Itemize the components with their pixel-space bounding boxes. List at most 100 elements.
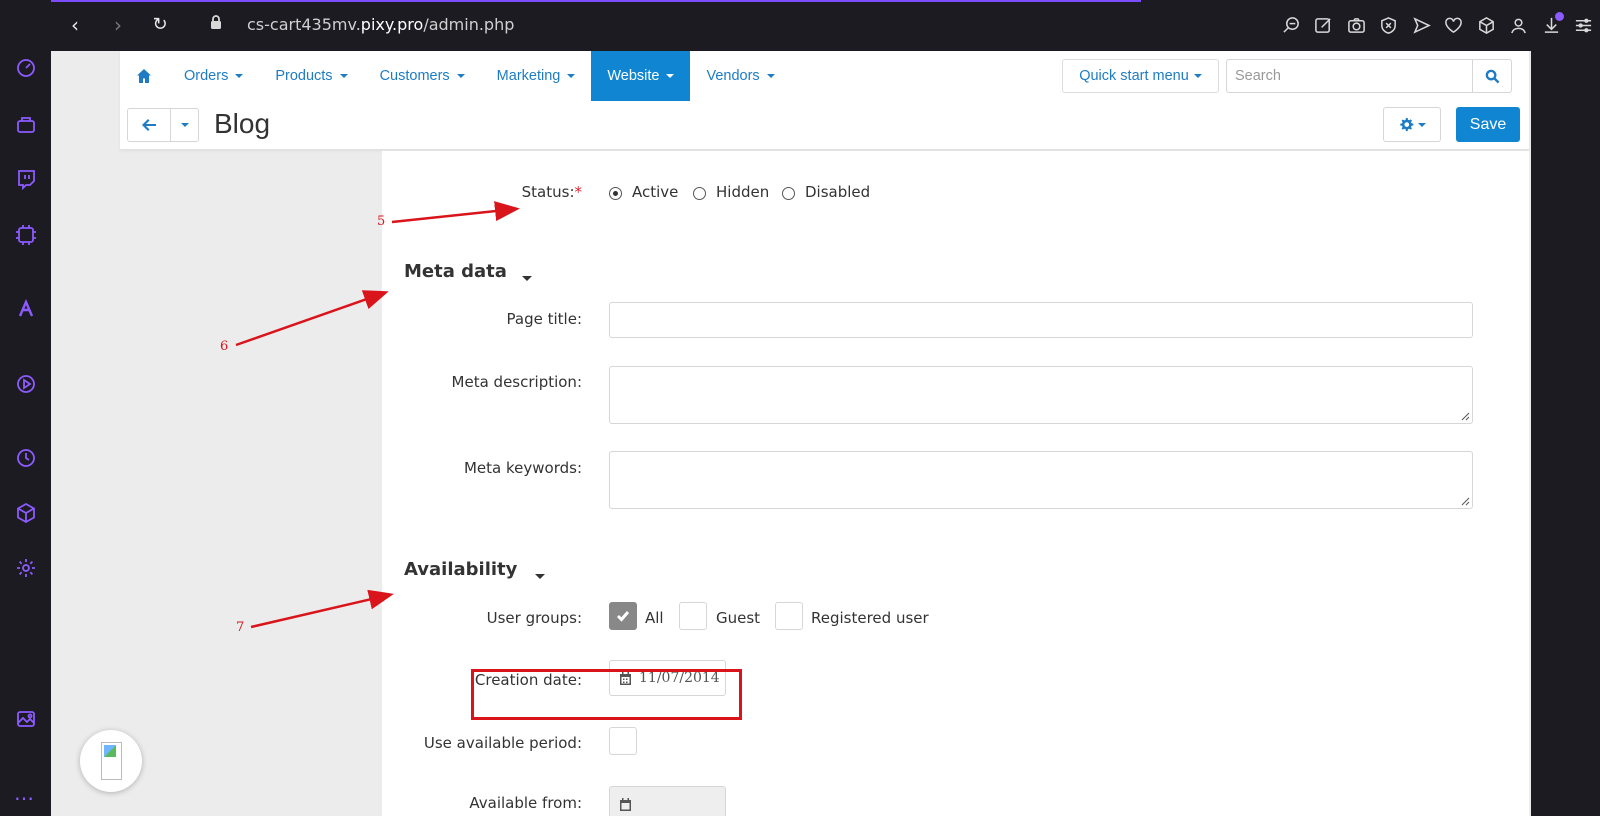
heart-icon[interactable]	[1438, 14, 1471, 36]
chevron-down-icon	[180, 123, 189, 127]
box-icon[interactable]	[1470, 14, 1503, 36]
available-from-input[interactable]	[609, 786, 726, 816]
status-label: Status:*	[521, 183, 583, 201]
nav-item-customers[interactable]: Customers	[364, 51, 481, 101]
twitch-icon[interactable]	[13, 166, 39, 192]
meta-keywords-label: Meta keywords:	[463, 459, 582, 477]
nav-label: Customers	[379, 68, 450, 84]
required-mark: *	[574, 183, 583, 201]
chevron-down-icon	[666, 74, 675, 78]
page-background-right	[1531, 51, 1600, 816]
back-button-group	[127, 108, 199, 142]
resize-handle-icon[interactable]	[1461, 412, 1470, 421]
toolbar-icons	[1275, 14, 1600, 36]
shield-icon[interactable]	[1373, 14, 1406, 36]
user-group-label: All	[645, 609, 664, 627]
user-group-checkbox-guest[interactable]	[679, 602, 707, 630]
speed-dial-icon[interactable]	[13, 55, 39, 81]
user-group-label: Guest	[716, 609, 761, 627]
nav-label: Marketing	[496, 68, 561, 84]
floating-chat-button[interactable]	[80, 730, 142, 792]
send-icon[interactable]	[1405, 14, 1438, 36]
resize-handle-icon[interactable]	[1461, 497, 1470, 506]
settings-dropdown-button[interactable]	[1383, 107, 1441, 142]
page-title-label: Page title:	[506, 310, 582, 328]
nav-item-orders[interactable]: Orders	[168, 51, 259, 101]
status-option-label: Active	[632, 183, 679, 201]
annotation-arrow	[250, 589, 394, 629]
nav-label: Website	[607, 68, 660, 84]
back-button[interactable]	[128, 109, 171, 141]
profile-icon[interactable]	[1503, 14, 1536, 36]
meta-description-textarea[interactable]	[609, 366, 1473, 424]
browser-sidebar: …	[0, 0, 51, 816]
search-button[interactable]	[1472, 59, 1512, 93]
edit-icon[interactable]	[1308, 14, 1341, 36]
save-button[interactable]: Save	[1456, 107, 1520, 142]
available-from-label: Available from:	[469, 794, 582, 812]
more-icon[interactable]: …	[14, 781, 35, 805]
meta-data-section-title[interactable]: Meta data	[404, 261, 507, 282]
settings-icon[interactable]	[13, 555, 39, 581]
user-group-checkbox-registered[interactable]	[775, 602, 803, 630]
status-option-label: Disabled	[805, 183, 871, 201]
user-groups-label: User groups:	[486, 609, 582, 627]
user-group-checkbox-all[interactable]	[609, 602, 637, 630]
check-icon	[616, 611, 630, 622]
bag-icon[interactable]	[13, 111, 39, 137]
nav-item-products[interactable]: Products	[259, 51, 363, 101]
back-icon[interactable]: ‹	[64, 14, 86, 36]
main-navigation: Orders Products Customers Marketing Webs…	[120, 51, 791, 101]
annotation-number: 6	[220, 339, 229, 354]
nav-item-vendors[interactable]: Vendors	[690, 51, 790, 101]
broken-image-icon	[100, 742, 122, 780]
zoom-icon[interactable]	[1275, 14, 1308, 36]
chevron-down-icon	[456, 74, 465, 78]
status-radio-hidden[interactable]	[693, 187, 706, 200]
chevron-down-icon	[339, 74, 348, 78]
nav-label: Products	[275, 68, 333, 84]
back-dropdown-button[interactable]	[171, 109, 198, 141]
availability-section-title[interactable]: Availability	[404, 559, 517, 580]
reload-icon[interactable]: ↻	[149, 14, 171, 36]
lock-icon[interactable]	[205, 14, 227, 36]
chip-icon[interactable]	[13, 222, 39, 248]
nav-item-marketing[interactable]: Marketing	[481, 51, 592, 101]
meta-description-label: Meta description:	[451, 373, 582, 391]
history-icon[interactable]	[13, 445, 39, 471]
browser-toolbar: ‹ › ↻ cs-cart435mv.pixy.pro/admin.php	[0, 0, 1600, 51]
gallery-icon[interactable]	[13, 706, 39, 732]
use-available-period-label: Use available period:	[423, 734, 582, 752]
forward-icon[interactable]: ›	[107, 14, 129, 36]
arrow-left-icon	[142, 119, 156, 131]
aria-icon[interactable]	[13, 296, 39, 322]
address-bar[interactable]: cs-cart435mv.pixy.pro/admin.php	[247, 15, 514, 34]
status-radio-active[interactable]	[609, 187, 622, 200]
chevron-down-icon[interactable]	[522, 276, 532, 281]
status-radio-disabled[interactable]	[782, 187, 795, 200]
nav-item-website[interactable]: Website	[591, 51, 691, 101]
calendar-icon[interactable]	[618, 797, 633, 812]
home-icon[interactable]	[120, 51, 168, 101]
player-icon[interactable]	[13, 371, 39, 397]
quick-start-label: Quick start menu	[1079, 68, 1189, 84]
camera-icon[interactable]	[1340, 14, 1373, 36]
nav-label: Vendors	[706, 68, 760, 84]
chevron-down-icon	[235, 74, 244, 78]
page-title-input[interactable]	[609, 302, 1473, 338]
page-title: Blog	[214, 108, 271, 139]
meta-keywords-textarea[interactable]	[609, 451, 1473, 509]
quick-start-menu-button[interactable]: Quick start menu	[1062, 59, 1219, 93]
download-badge	[1555, 12, 1564, 21]
chevron-down-icon[interactable]	[535, 574, 545, 579]
menu-icon[interactable]	[1568, 14, 1600, 36]
cube-icon[interactable]	[13, 500, 39, 526]
annotation-number: 5	[377, 214, 386, 229]
use-available-period-checkbox[interactable]	[609, 727, 637, 755]
user-group-label: Registered user	[811, 609, 929, 627]
chevron-down-icon	[766, 74, 775, 78]
search-input[interactable]	[1226, 59, 1473, 93]
annotation-number: 7	[236, 620, 245, 635]
chevron-down-icon	[1417, 122, 1426, 127]
search-icon	[1485, 69, 1499, 83]
